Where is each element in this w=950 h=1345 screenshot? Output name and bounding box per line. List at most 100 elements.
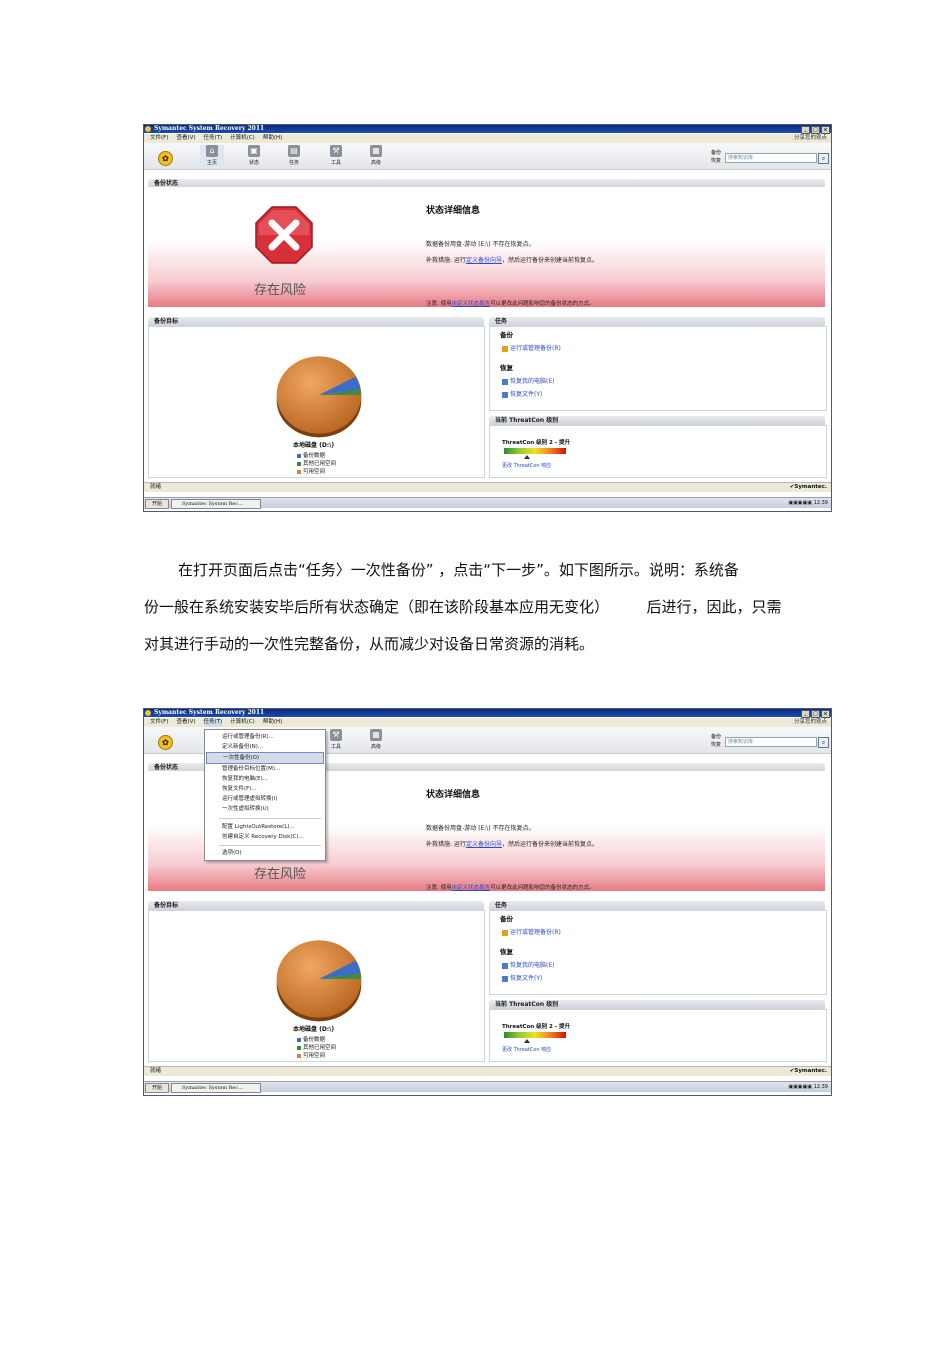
- system-tray: ▣▣▣▣▣ 12:39: [788, 498, 828, 508]
- status-detail-title: 状态详细信息: [426, 206, 481, 216]
- run-manage-backup-link[interactable]: 运行或管理备份(R): [502, 343, 561, 352]
- menu-item-one-time-virtual-conversion[interactable]: 一次性虚拟转换(U): [206, 804, 324, 814]
- menu-file[interactable]: 文件(F): [150, 718, 168, 727]
- clock: 12:39: [813, 500, 828, 506]
- windows-taskbar: 开始 Symantec System Rec... ▣▣▣▣▣ 12:39: [144, 1081, 831, 1093]
- close-button[interactable]: ×: [821, 126, 830, 134]
- menu-item-manage-destinations[interactable]: 管理备份目标位置(M)...: [206, 764, 324, 774]
- menu-help[interactable]: 帮助(H): [263, 134, 282, 143]
- change-threatcon-link[interactable]: 更改 ThreatCon 响应: [502, 462, 551, 469]
- quick-backup[interactable]: 备份: [711, 733, 721, 741]
- tab-tools[interactable]: ⚒ 工具: [324, 729, 348, 750]
- system-tray: ▣▣▣▣▣ 12:39: [788, 1082, 828, 1092]
- screenshot-task-menu: Symantec System Recovery 2011 _ □ × 文件(F…: [143, 708, 832, 1096]
- restore-files-link[interactable]: 恢复文件(Y): [502, 389, 542, 398]
- tab-status[interactable]: ▣ 状态: [242, 145, 266, 166]
- menu-item-one-time-backup[interactable]: 一次性备份(O): [206, 752, 324, 764]
- search-icon[interactable]: ⌕: [818, 153, 829, 164]
- tab-advanced[interactable]: ▦ 高级: [364, 145, 388, 166]
- backup-icon: [502, 345, 508, 352]
- search-input[interactable]: 搜索知识库: [725, 737, 817, 747]
- symantec-logo: ✔Symantec.: [789, 484, 827, 490]
- threatcon-panel: ThreatCon 级别 2 - 提升 更改 ThreatCon 响应: [489, 1009, 827, 1062]
- symantec-logo: ✔Symantec.: [789, 1068, 827, 1074]
- threatcon-marker-icon: [524, 455, 530, 459]
- tasks-header: 任务: [489, 901, 825, 910]
- taskbar-app-item[interactable]: Symantec System Rec...: [171, 499, 261, 509]
- tab-tasks[interactable]: ▤ 任务: [282, 145, 306, 166]
- menu-view[interactable]: 查看(V): [176, 134, 195, 143]
- quick-restore[interactable]: 恢复: [711, 741, 721, 749]
- menu-item-lightsoutrestore[interactable]: 配置 LightsOutRestore(L)...: [206, 822, 324, 832]
- status-line-2: 补救措施: 运行定义备份向导，然后运行备份来创建当前恢复点。: [426, 257, 598, 264]
- menu-item-recovery-disk[interactable]: 创建自定义 Recovery Disk(C)...: [206, 832, 324, 842]
- drive-label: 本地磁盘 (D:\): [293, 442, 335, 449]
- menu-separator: [219, 818, 321, 819]
- status-line-1: 数据备份用盘-游动 (E:\) 不存在恢复点。: [426, 825, 535, 832]
- search-icon[interactable]: ⌕: [818, 737, 829, 748]
- menu-computer[interactable]: 计算机(C): [230, 134, 255, 143]
- window-title: Symantec System Recovery 2011: [154, 125, 265, 132]
- taskbar-app-item[interactable]: Symantec System Rec...: [171, 1083, 261, 1093]
- menu-item-restore-files[interactable]: 恢复文件(F)...: [206, 784, 324, 794]
- tray-icons: ▣▣▣▣▣: [788, 500, 814, 506]
- menu-item-restore-computer[interactable]: 恢复我的电脑(E)...: [206, 774, 324, 784]
- screenshot-main: Symantec System Recovery 2011 _ □ × 文件(F…: [143, 124, 832, 512]
- quick-backup[interactable]: 备份: [711, 149, 721, 157]
- quick-restore[interactable]: 恢复: [711, 157, 721, 165]
- menubar: 文件(F) 查看(V) 任务(T) 计算机(C) 帮助(H) 分享您的观点: [144, 718, 831, 727]
- maximize-button[interactable]: □: [811, 710, 820, 718]
- menu-computer[interactable]: 计算机(C): [230, 718, 255, 727]
- menu-tasks[interactable]: 任务(T): [204, 134, 223, 143]
- maximize-button[interactable]: □: [811, 126, 820, 134]
- restore-files-link[interactable]: 恢复文件(Y): [502, 973, 542, 982]
- threatcon-gauge: [504, 1032, 566, 1038]
- tasks-backup-group: 备份: [500, 331, 513, 339]
- share-feedback-link[interactable]: 分享您的观点: [794, 134, 827, 143]
- backup-target-header: 备份目标: [148, 317, 484, 326]
- norton-logo-icon[interactable]: ✿: [158, 151, 173, 166]
- custom-status-report-link[interactable]: 自定义状态报告: [452, 301, 491, 307]
- backup-target-panel: 本地磁盘 (D:\) 备份数据 其他已用空间 可用空间: [148, 910, 485, 1062]
- minimize-button[interactable]: _: [801, 126, 810, 134]
- norton-logo-icon[interactable]: ✿: [158, 735, 173, 750]
- window-titlebar: Symantec System Recovery 2011 _ □ ×: [144, 709, 831, 718]
- threatcon-level: ThreatCon 级别 2 - 提升: [502, 440, 570, 446]
- backup-target-panel: 本地磁盘 (D:\) 备份数据 其他已用空间 可用空间: [148, 326, 485, 478]
- tab-home[interactable]: ⌂ 主页: [200, 145, 224, 167]
- start-button[interactable]: 开始: [145, 499, 169, 509]
- status-detail-title: 状态详细信息: [426, 790, 481, 800]
- restore-computer-link[interactable]: 恢复我的电脑(E): [502, 376, 554, 385]
- define-backup-wizard-link[interactable]: 定义备份向导: [466, 257, 502, 264]
- legend-backup-data: 备份数据: [297, 1035, 325, 1043]
- share-feedback-link[interactable]: 分享您的观点: [794, 718, 827, 727]
- change-threatcon-link[interactable]: 更改 ThreatCon 响应: [502, 1046, 551, 1053]
- menu-item-define-new-backup[interactable]: 定义新备份(N)...: [206, 742, 324, 752]
- menu-view[interactable]: 查看(V): [176, 718, 195, 727]
- menu-file[interactable]: 文件(F): [150, 134, 168, 143]
- run-manage-backup-link[interactable]: 运行或管理备份(R): [502, 927, 561, 936]
- search-input[interactable]: 搜索知识库: [725, 153, 817, 163]
- menu-tasks[interactable]: 任务(T): [203, 718, 223, 727]
- custom-status-report-link[interactable]: 自定义状态报告: [452, 885, 491, 891]
- legend-free-space: 可用空间: [297, 467, 325, 475]
- menu-item-run-manage-backup[interactable]: 运行或管理备份(R)...: [206, 732, 324, 742]
- menu-item-options[interactable]: 选项(O): [206, 848, 324, 858]
- disk-usage-pie: [276, 356, 362, 438]
- start-button[interactable]: 开始: [145, 1083, 169, 1093]
- quick-actions: 备份 恢复: [711, 733, 721, 749]
- menu-item-manage-virtual-conversion[interactable]: 运行或管理虚拟转换(I): [206, 794, 324, 804]
- close-button[interactable]: ×: [821, 710, 830, 718]
- minimize-button[interactable]: _: [801, 710, 810, 718]
- legend-free-space: 可用空间: [297, 1051, 325, 1059]
- restore-computer-link[interactable]: 恢复我的电脑(E): [502, 960, 554, 969]
- disk-usage-pie: [276, 940, 362, 1022]
- menu-help[interactable]: 帮助(H): [263, 718, 282, 727]
- define-backup-wizard-link[interactable]: 定义备份向导: [466, 841, 502, 848]
- tasks-panel: 备份 运行或管理备份(R) 恢复 恢复我的电脑(E) 恢复文件(Y): [489, 326, 827, 411]
- files-icon: [502, 391, 508, 398]
- tab-tools[interactable]: ⚒ 工具: [324, 145, 348, 166]
- quick-actions: 备份 恢复: [711, 149, 721, 165]
- tasks-header: 任务: [489, 317, 825, 326]
- tab-advanced[interactable]: ▦ 高级: [364, 729, 388, 750]
